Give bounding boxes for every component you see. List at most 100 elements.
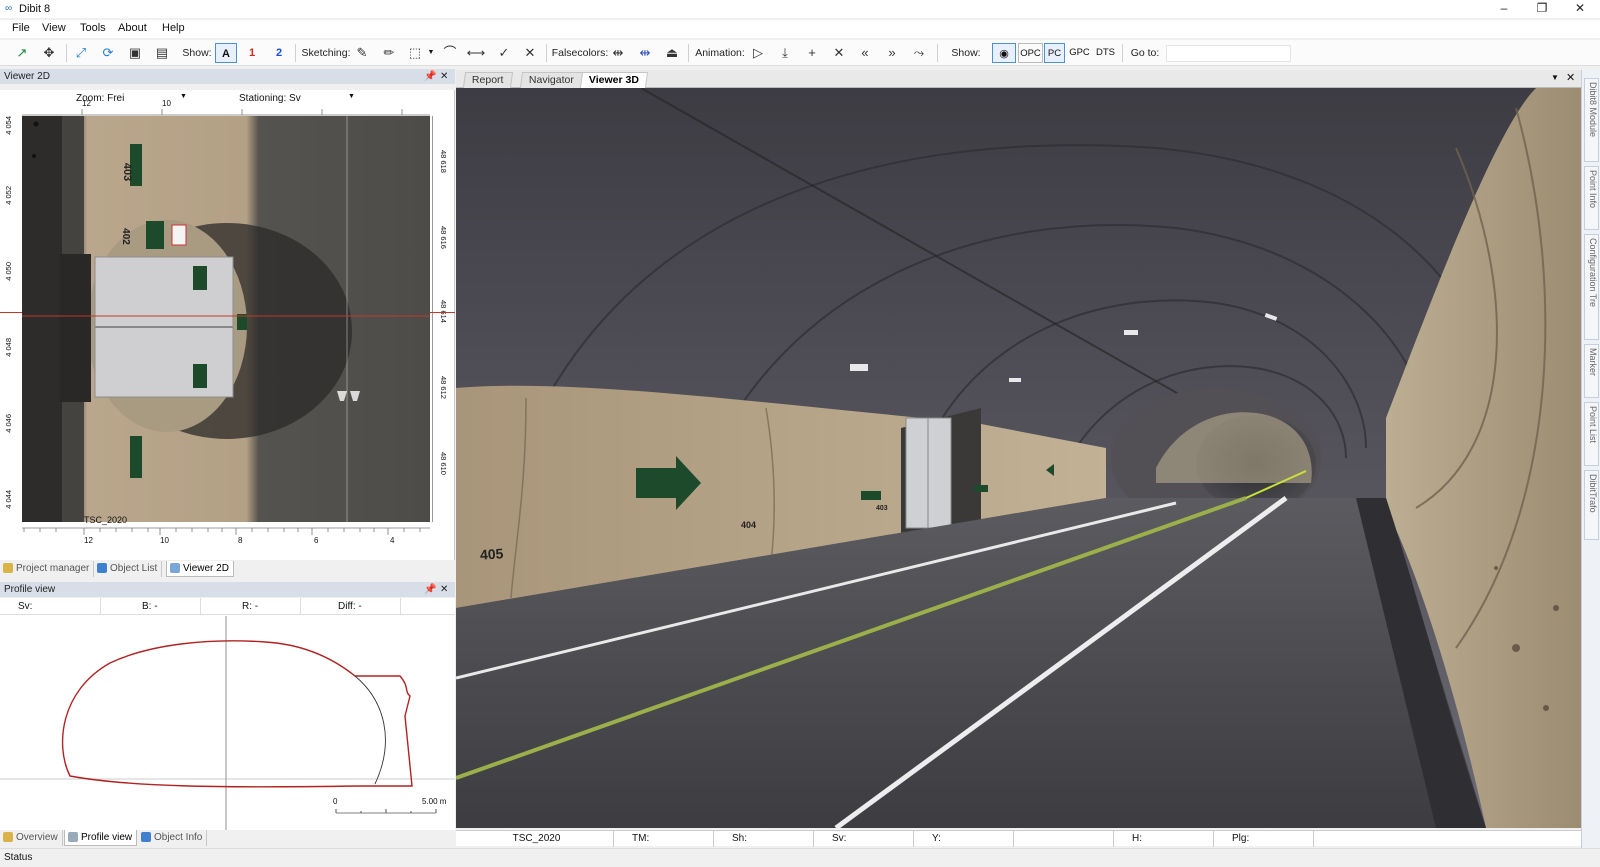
ruler-tick: 8 — [238, 536, 243, 545]
stationing-select[interactable]: Stationing: Sv — [239, 93, 301, 104]
scale-start: 0 — [333, 797, 338, 806]
close-panel-icon[interactable]: ✕ — [440, 69, 448, 84]
dock-point-list[interactable]: Point List — [1584, 402, 1599, 466]
wall-number: 403 — [876, 505, 888, 512]
tab-viewer-3d[interactable]: Viewer 3D — [579, 72, 649, 88]
ruler-tick: 4 — [390, 536, 395, 545]
tab-overview[interactable]: Overview — [0, 830, 63, 846]
gpc-toggle[interactable]: GPC — [1067, 43, 1092, 63]
folder-icon — [3, 563, 13, 573]
show-a-button[interactable]: A — [215, 43, 237, 63]
close-button[interactable]: ✕ — [1565, 1, 1595, 17]
coord-tm: TM: — [614, 831, 714, 847]
show2-label: Show: — [951, 47, 981, 59]
show-label: Show: — [182, 47, 212, 59]
rewind-icon[interactable]: « — [855, 43, 875, 63]
viewer2d-panel: Zoom: Frei ▼ Stationing: Sv ▼ 12 10 4 05… — [0, 90, 455, 560]
goto-input[interactable] — [1166, 45, 1291, 62]
screenshot-icon[interactable]: ▣ — [125, 43, 145, 63]
show-2-button[interactable]: 2 — [269, 43, 289, 63]
wall-number: 403 — [121, 162, 134, 182]
viewer3d-scene[interactable]: 405 404 403 — [456, 88, 1581, 828]
scan-label: TSC_2020 — [84, 515, 128, 525]
chevron-down-icon[interactable]: ▼ — [348, 93, 355, 100]
menu-about[interactable]: About — [118, 22, 147, 34]
dock-dibittrafo[interactable]: DibitTrafo — [1584, 470, 1599, 540]
bottom-left-tabs: Overview Profile view Object Info — [0, 830, 455, 846]
coord-scan: TSC_2020 — [456, 831, 614, 847]
falsecolor-2-icon[interactable]: ⇹ — [635, 43, 655, 63]
tab-project-manager[interactable]: Project manager — [0, 561, 95, 577]
menu-help[interactable]: Help — [162, 22, 185, 34]
viewer2d-title: Viewer 2D — [4, 71, 50, 82]
pin-icon[interactable]: 📌 — [424, 582, 436, 597]
profile-columns: Sv: B: - R: - Diff: - — [0, 598, 455, 615]
falsecolor-1-icon[interactable]: ⇹ — [608, 43, 628, 63]
sketching-label: Sketching: — [301, 47, 351, 59]
left-ruler: 4 054 4 052 4 050 4 048 4 046 4 044 — [0, 116, 20, 522]
coordinate-bar: TSC_2020 TM: Sh: Sv: Y: H: Plg: — [456, 830, 1581, 847]
pin-icon[interactable]: 📌 — [424, 69, 436, 84]
falsecolor-3-icon[interactable]: ⏏ — [662, 43, 682, 63]
show-1-button[interactable]: 1 — [242, 43, 262, 63]
dock-point-info[interactable]: Point Info — [1584, 166, 1599, 230]
ruler-tick: 4 044 — [4, 490, 13, 509]
check-icon[interactable]: ✓ — [494, 43, 514, 63]
ruler-tick: 48 618 — [439, 150, 448, 173]
goto-label: Go to: — [1130, 47, 1160, 59]
add-icon[interactable]: + — [802, 43, 822, 63]
menu-tools[interactable]: Tools — [80, 22, 106, 34]
sketch-pencil-icon[interactable]: ✏ — [379, 43, 399, 63]
ruler-tick: 48 610 — [439, 452, 448, 475]
cancel-icon[interactable]: ✕ — [520, 43, 540, 63]
tab-object-list[interactable]: Object List — [94, 561, 163, 577]
opc-toggle[interactable]: OPC — [1018, 43, 1043, 63]
play-icon[interactable]: ▷ — [748, 43, 768, 63]
ruler-tick: 4 054 — [4, 116, 13, 135]
remove-icon[interactable]: ✕ — [829, 43, 849, 63]
forward-icon[interactable]: » — [882, 43, 902, 63]
rotate-icon[interactable]: ⟳ — [98, 43, 118, 63]
dock-dibit8-module[interactable]: Dibit8 Module — [1584, 78, 1599, 162]
sketch-curve-icon[interactable]: ⌒ — [440, 43, 460, 63]
sketch-line-icon[interactable]: ⟷ — [466, 43, 486, 63]
dock-marker[interactable]: Marker — [1584, 344, 1599, 398]
dts-toggle[interactable]: DTS — [1093, 43, 1118, 63]
tab-viewer-2d[interactable]: Viewer 2D — [166, 561, 234, 577]
profile-drawing[interactable] — [0, 616, 455, 830]
sketch-freehand-icon[interactable]: ✎ — [352, 43, 372, 63]
zoom-extent-icon[interactable]: ⤢ — [71, 43, 91, 63]
profile-col: B: - — [142, 601, 158, 612]
tab-report[interactable]: Report — [462, 72, 513, 88]
window-title: Dibit 8 — [19, 3, 51, 15]
left-panel-tabs: Project manager Object List Viewer 2D — [0, 561, 455, 577]
chevron-down-icon[interactable]: ▼ — [180, 93, 187, 100]
chevron-down-icon[interactable]: ▼ — [1551, 73, 1559, 82]
tab-navigator[interactable]: Navigator — [519, 72, 584, 88]
menu-file[interactable]: File — [12, 22, 30, 34]
path-icon[interactable]: ⤳ — [909, 43, 929, 63]
comment-icon[interactable]: ▤ — [152, 43, 172, 63]
profile-col: Diff: - — [338, 601, 362, 612]
profile-col: R: - — [242, 601, 259, 612]
tab-object-info[interactable]: Object Info — [138, 830, 208, 846]
chevron-down-icon[interactable]: ▼ — [427, 43, 435, 63]
pc-toggle[interactable]: PC — [1044, 43, 1065, 63]
dock-configuration-tree[interactable]: Configuration Tre — [1584, 234, 1599, 340]
move-icon[interactable]: ✥ — [39, 43, 59, 63]
wall-number: 402 — [119, 228, 131, 245]
close-tab-icon[interactable]: ✕ — [1566, 71, 1575, 84]
menu-view[interactable]: View — [42, 22, 66, 34]
close-panel-icon[interactable]: ✕ — [440, 582, 448, 597]
tunnel-scan-image[interactable]: 403 402 — [22, 116, 430, 522]
toolbar: ↗ ✥ ⤢ ⟳ ▣ ▤ Show: A 1 2 Sketching: ✎ ✏ ⬚… — [0, 40, 1600, 66]
minimize-button[interactable]: – — [1489, 1, 1519, 17]
tab-profile-view[interactable]: Profile view — [64, 830, 138, 846]
download-icon[interactable]: ⤓ — [775, 43, 795, 63]
sketch-area-icon[interactable]: ⬚ — [405, 43, 425, 63]
select-tool-icon[interactable]: ↗ — [12, 43, 32, 63]
scale-end: 5.00 m — [422, 797, 447, 806]
wall-number: 405 — [479, 545, 504, 563]
eye-icon[interactable]: ◉ — [992, 43, 1016, 63]
restore-button[interactable]: ❐ — [1527, 1, 1557, 17]
